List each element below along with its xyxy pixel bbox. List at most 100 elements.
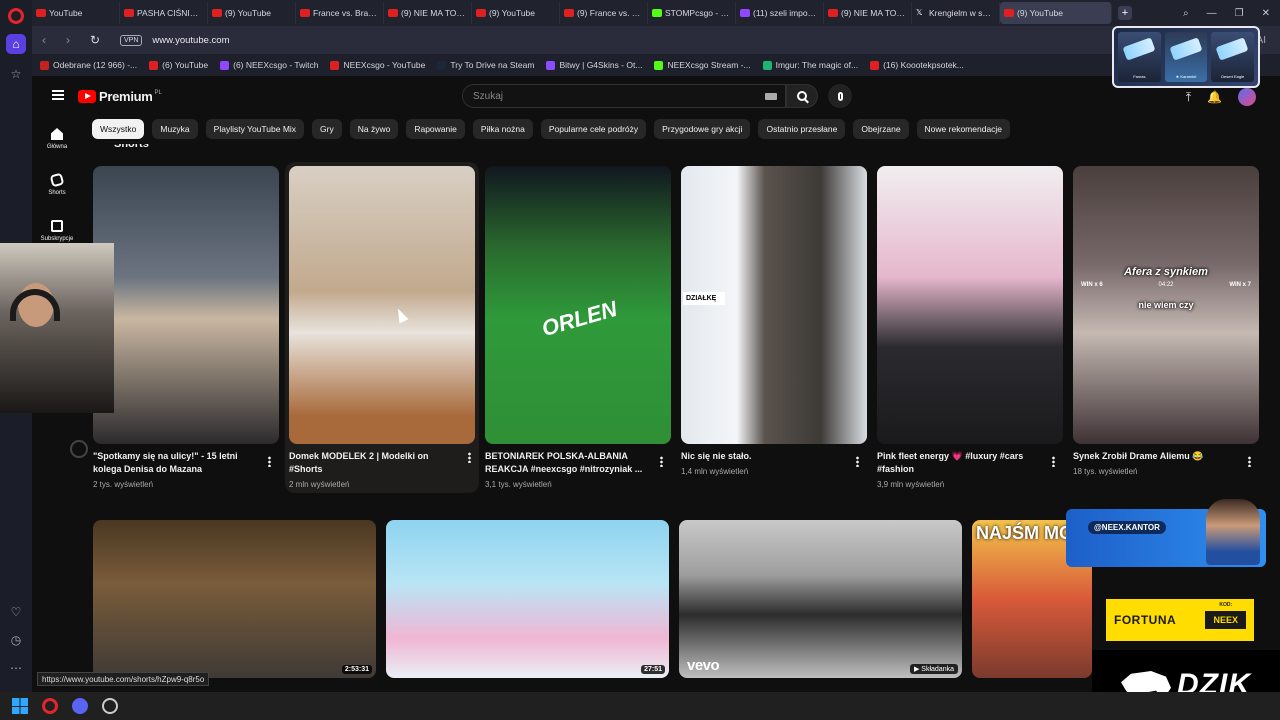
filter-chip[interactable]: Rapowanie bbox=[406, 119, 465, 139]
video-thumbnail[interactable]: vevo ▶ Składanka bbox=[679, 520, 962, 678]
discord-taskbar-icon[interactable] bbox=[72, 698, 88, 714]
short-card[interactable]: ORLEN BETONIAREK POLSKA-ALBANIA REAKCJA … bbox=[485, 166, 671, 489]
more-icon[interactable]: ⋯ bbox=[6, 658, 26, 678]
headphones-icon bbox=[10, 289, 60, 321]
bookmark-item[interactable]: Odebrane (12 966) -... bbox=[40, 60, 137, 70]
filter-chip[interactable]: Gry bbox=[312, 119, 342, 139]
mix-badge: ▶ Składanka bbox=[909, 664, 958, 674]
short-thumbnail[interactable]: DZIAŁKĘ bbox=[681, 166, 867, 444]
bookmark-item[interactable]: (16) Koootekpsotek... bbox=[870, 60, 964, 70]
bookmark-item[interactable]: (6) YouTube bbox=[149, 60, 208, 70]
short-title[interactable]: "Spotkamy się na ulicy!" - 15 letni kole… bbox=[93, 450, 253, 476]
home-icon[interactable]: ⌂ bbox=[6, 34, 26, 54]
vpn-badge[interactable]: VPN bbox=[120, 34, 143, 46]
browser-tab[interactable]: (9) YouTube bbox=[208, 2, 296, 24]
video-thumbnail[interactable]: 27:51 bbox=[386, 520, 669, 678]
more-actions-icon[interactable] bbox=[268, 456, 271, 467]
browser-tab[interactable]: (9) NIE MA TO JAK bbox=[384, 2, 472, 24]
filter-chip[interactable]: Ostatnio przesłane bbox=[758, 119, 846, 139]
bell-icon[interactable]: 🔔 bbox=[1207, 90, 1222, 104]
browser-tab[interactable]: 𝕏 Krengielm w serwi bbox=[912, 2, 1000, 24]
short-thumbnail[interactable]: Afera z synkiem WIN x 6 WIN x 7 04:22 ni… bbox=[1073, 166, 1259, 444]
sponsor-banner: @NEEX.KANTOR bbox=[1066, 499, 1266, 567]
browser-tab[interactable]: (9) YouTube bbox=[1000, 2, 1112, 24]
short-card[interactable]: Pink fleet energy 💗 #luxury #cars #fashi… bbox=[877, 166, 1063, 489]
more-actions-icon[interactable] bbox=[468, 452, 471, 463]
opera-taskbar-icon[interactable] bbox=[42, 698, 58, 714]
bookmark-item[interactable]: Bitwy | G4Skins - Ot... bbox=[546, 60, 642, 70]
short-title[interactable]: BETONIAREK POLSKA-ALBANIA REAKCJA #neexc… bbox=[485, 450, 645, 476]
keyboard-icon[interactable] bbox=[765, 93, 777, 100]
upload-icon[interactable]: ⤒ bbox=[1186, 90, 1191, 105]
tab-label: (9) NIE MA TO JAK bbox=[841, 8, 907, 18]
youtube-favicon-icon bbox=[828, 9, 838, 17]
short-thumbnail[interactable] bbox=[93, 166, 279, 444]
new-tab-button[interactable]: + bbox=[1118, 6, 1132, 20]
short-thumbnail[interactable]: ORLEN bbox=[485, 166, 671, 444]
browser-tab[interactable]: STOMPcsgo - Watc bbox=[648, 2, 736, 24]
short-title[interactable]: Nic się nie stało. bbox=[681, 450, 841, 463]
guide-item-home[interactable]: Główna bbox=[32, 116, 82, 162]
tab-label: (11) szeli impostor bbox=[753, 8, 819, 18]
video-thumbnail[interactable]: 2:53:31 bbox=[93, 520, 376, 678]
short-title[interactable]: Domek MODELEK 2 | Modelki on #Shorts bbox=[289, 450, 449, 476]
search-button[interactable] bbox=[786, 84, 818, 108]
more-actions-icon[interactable] bbox=[1052, 456, 1055, 467]
menu-icon[interactable] bbox=[52, 90, 64, 100]
short-card[interactable]: Afera z synkiem WIN x 6 WIN x 7 04:22 ni… bbox=[1073, 166, 1259, 489]
search-tabs-icon[interactable]: ⌕ bbox=[1183, 8, 1189, 19]
bookmark-item[interactable]: Try To Drive na Steam bbox=[437, 60, 534, 70]
short-thumbnail[interactable] bbox=[289, 166, 475, 444]
short-card[interactable]: DZIAŁKĘ Nic się nie stało. 1,4 mln wyświ… bbox=[681, 166, 867, 489]
short-title[interactable]: Pink fleet energy 💗 #luxury #cars #fashi… bbox=[877, 450, 1037, 476]
reload-icon[interactable]: ↻ bbox=[90, 33, 106, 47]
filter-chip[interactable]: Playlisty YouTube Mix bbox=[205, 119, 305, 139]
filter-chip[interactable]: Na żywo bbox=[349, 119, 399, 139]
history-icon[interactable]: ◷ bbox=[6, 630, 26, 650]
windows-start-icon[interactable] bbox=[12, 698, 28, 714]
browser-tab[interactable]: YouTube bbox=[32, 2, 120, 24]
opera-logo-icon[interactable] bbox=[8, 8, 24, 24]
more-actions-icon[interactable] bbox=[856, 456, 859, 467]
url-field[interactable]: www.youtube.com bbox=[152, 35, 229, 46]
browser-tab[interactable]: (11) szeli impostor bbox=[736, 2, 824, 24]
bookmark-item[interactable]: (6) NEEXcsgo - Twitch bbox=[220, 60, 318, 70]
maximize-icon[interactable]: ❐ bbox=[1235, 8, 1244, 19]
voice-search-button[interactable] bbox=[828, 84, 852, 108]
filter-chip[interactable]: Obejrzane bbox=[853, 119, 909, 139]
filter-chip[interactable]: Przygodowe gry akcji bbox=[654, 119, 751, 139]
browser-tab[interactable]: (9) France vs. Brazil bbox=[560, 2, 648, 24]
bookmark-item[interactable]: Imgur: The magic of... bbox=[762, 60, 858, 70]
bookmark-item[interactable]: NEEXcsgo Stream -... bbox=[654, 60, 751, 70]
bookmark-item[interactable]: NEEXcsgo - YouTube bbox=[330, 60, 425, 70]
steam-taskbar-icon[interactable] bbox=[102, 698, 118, 714]
browser-tab[interactable]: (9) YouTube bbox=[472, 2, 560, 24]
filter-chip[interactable]: Piłka nożna bbox=[472, 119, 533, 139]
more-actions-icon[interactable] bbox=[660, 456, 663, 467]
short-card[interactable]: Domek MODELEK 2 | Modelki on #Shorts 2 m… bbox=[285, 162, 479, 493]
minimize-icon[interactable]: — bbox=[1207, 8, 1217, 19]
close-icon[interactable]: ✕ bbox=[1262, 8, 1270, 19]
youtube-logo[interactable]: Premium PL bbox=[78, 89, 162, 104]
browser-tab[interactable]: PASHA CIŚNIE BEK bbox=[120, 2, 208, 24]
guide-label: Shorts bbox=[48, 190, 66, 196]
search-input[interactable] bbox=[473, 90, 733, 102]
forward-icon[interactable]: › bbox=[66, 33, 82, 47]
heart-icon[interactable]: ♡ bbox=[6, 602, 26, 622]
short-title[interactable]: Synek Zrobił Drame Aliemu 😂 bbox=[1073, 450, 1233, 463]
short-thumbnail[interactable] bbox=[877, 166, 1063, 444]
star-icon[interactable]: ☆ bbox=[6, 64, 26, 84]
filter-chip[interactable]: Nowe rekomendacje bbox=[916, 119, 1011, 139]
browser-tab[interactable]: France vs. Brazil | F bbox=[296, 2, 384, 24]
guide-item-shorts[interactable]: Shorts bbox=[32, 162, 82, 208]
thumbnail-text: nie wiem czy bbox=[1138, 300, 1194, 310]
browser-tab[interactable]: (9) NIE MA TO JAK bbox=[824, 2, 912, 24]
short-card[interactable]: "Spotkamy się na ulicy!" - 15 letni kole… bbox=[93, 166, 279, 489]
home-icon bbox=[51, 128, 63, 140]
back-icon[interactable]: ‹ bbox=[42, 33, 58, 47]
filter-chip[interactable]: Popularne cele podróży bbox=[540, 119, 647, 139]
filter-chip[interactable]: Wszystko bbox=[92, 119, 145, 139]
avatar[interactable] bbox=[1238, 88, 1256, 106]
filter-chip[interactable]: Muzyka bbox=[152, 119, 198, 139]
more-actions-icon[interactable] bbox=[1248, 456, 1251, 467]
